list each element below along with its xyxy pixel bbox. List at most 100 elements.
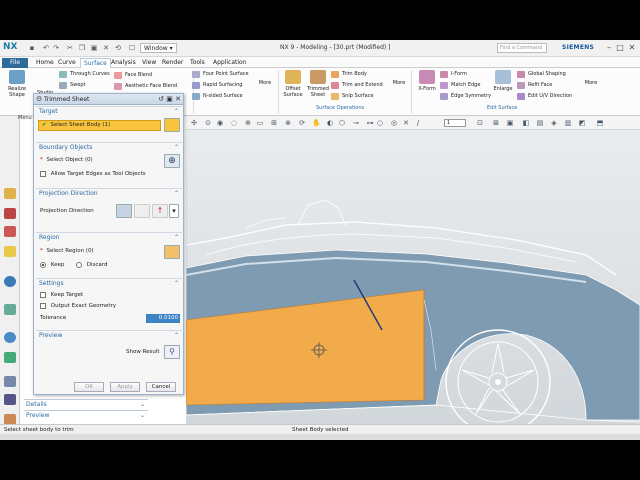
reset-icon[interactable]: ↺ (158, 95, 164, 103)
assembly-navigator-icon[interactable] (4, 208, 16, 219)
graphics-viewport[interactable] (185, 130, 640, 435)
filter-icon[interactable]: ⊙ (204, 119, 212, 127)
global-shaping-button[interactable]: Global Shaping (516, 70, 566, 79)
part-icon[interactable]: ◧ (522, 119, 530, 127)
constraint-navigator-icon[interactable] (4, 226, 16, 237)
zoom-icon[interactable]: ⊗ (284, 119, 292, 127)
preview-header[interactable]: Preview ⌃ (36, 331, 182, 341)
refit-face-button[interactable]: Refit Face (516, 81, 552, 90)
region-selector-icon[interactable] (164, 245, 180, 259)
layer-icon[interactable]: ⊡ (476, 119, 484, 127)
keep-target-row[interactable]: Keep Target (40, 291, 83, 300)
midpoint-snap-icon[interactable]: ⊶ (366, 119, 374, 127)
trimmed-sheet-button[interactable]: Trimmed Sheet (305, 70, 331, 108)
allow-target-edges-row[interactable]: Allow Target Edges as Tool Objects (40, 170, 146, 179)
output-exact-geometry-checkbox[interactable] (40, 302, 46, 309)
close-icon[interactable]: ✕ (175, 95, 181, 103)
wireframe-icon[interactable]: ⬡ (338, 119, 346, 127)
more-button-2[interactable]: More (386, 80, 412, 118)
settings-header[interactable]: Settings ⌃ (36, 279, 182, 289)
trim-body-button[interactable]: Trim Body (330, 70, 367, 79)
target-header[interactable]: Target ⌃ (36, 107, 182, 117)
rapid-surfacing-button[interactable]: Rapid Surfacing (191, 81, 242, 90)
dialog-title-bar[interactable]: ⚙ Trimmed Sheet ↺ ▣ ✕ (34, 94, 183, 105)
menu-curve[interactable]: Curve (55, 58, 79, 68)
keep-radio-row[interactable]: Keep (40, 261, 64, 270)
touch-mode-icon[interactable]: ☐ (128, 44, 136, 52)
select-object-row[interactable]: * Select Object (0) (40, 156, 93, 165)
trim-and-extend-button[interactable]: Trim and Extend (330, 81, 383, 90)
discard-radio[interactable] (76, 261, 82, 268)
magnifier-icon[interactable]: ⚲ (164, 345, 180, 359)
intersection-snap-icon[interactable]: ✕ (402, 119, 410, 127)
menu-analysis[interactable]: Analysis (108, 58, 139, 68)
details-panel-header[interactable]: Details ⌄ (24, 399, 148, 409)
pan-icon[interactable]: ✋ (312, 119, 321, 127)
grid-snap-icon[interactable]: / (414, 119, 422, 127)
rotate-icon[interactable]: ⟳ (298, 119, 306, 127)
menu-file[interactable]: File (2, 58, 28, 68)
more-button-3[interactable]: More (578, 80, 604, 118)
select-all-icon[interactable]: ◉ (216, 119, 224, 127)
rectangle-select-icon[interactable]: ▭ (256, 119, 264, 127)
four-point-surface-button[interactable]: Four Point Surface (191, 70, 249, 79)
process-studio-icon[interactable] (4, 352, 16, 363)
ok-button[interactable]: OK (74, 382, 104, 392)
roles-icon[interactable] (4, 376, 16, 387)
keep-target-checkbox[interactable] (40, 291, 46, 298)
swept-button[interactable]: Swept (58, 81, 85, 90)
cut-icon[interactable]: ✂ (66, 44, 74, 52)
select-sheet-body-row[interactable]: ✔ Select Sheet Body (1) (38, 120, 161, 131)
maximize-icon[interactable]: □ (615, 43, 625, 53)
along-vector-icon[interactable] (134, 204, 150, 218)
sheet-body-selector-icon[interactable] (164, 118, 180, 132)
knowledge-fusion-icon[interactable] (4, 394, 16, 405)
through-curves-button[interactable]: Through Curves (58, 70, 110, 79)
background-icon[interactable]: ▥ (564, 119, 572, 127)
edge-symmetry-button[interactable]: Edge Symmetry (439, 92, 491, 101)
offset-surface-button[interactable]: Offset Surface (280, 70, 306, 108)
deselect-icon[interactable]: ◌ (230, 119, 238, 127)
menu-view[interactable]: View (139, 58, 159, 68)
endpoint-snap-icon[interactable]: ⊸ (352, 119, 360, 127)
output-exact-geometry-row[interactable]: Output Exact Geometry (40, 302, 116, 311)
match-edge-button[interactable]: Match Edge (439, 81, 480, 90)
close-window-icon[interactable]: ✕ (627, 43, 637, 53)
edit-uv-direction-button[interactable]: Edit U/V Direction (516, 92, 572, 101)
n-sided-surface-button[interactable]: N-sided Surface (191, 92, 243, 101)
system-materials-icon[interactable] (4, 332, 16, 343)
normal-to-face-icon[interactable] (116, 204, 132, 218)
center-snap-icon[interactable]: ○ (376, 119, 384, 127)
reuse-library-icon[interactable] (4, 246, 16, 257)
preview-panel-header[interactable]: Preview ⌄ (24, 410, 148, 420)
boundary-objects-header[interactable]: Boundary Objects ⌃ (36, 143, 182, 153)
apply-button[interactable]: Apply (110, 382, 140, 392)
render-style-icon[interactable]: ◈ (550, 119, 558, 127)
allow-target-edges-checkbox[interactable] (40, 170, 46, 177)
more-button-1[interactable]: More (252, 80, 278, 118)
cancel-button[interactable]: Cancel (146, 382, 176, 392)
x-form-button[interactable]: X-Form (414, 70, 440, 108)
paste-icon[interactable]: ▣ (90, 44, 98, 52)
filter-value-select[interactable]: 1 (444, 119, 466, 127)
menu-tools[interactable]: Tools (187, 58, 208, 68)
face-blend-button[interactable]: Face Blend (113, 71, 152, 80)
history-icon[interactable] (4, 304, 16, 315)
undo-icon[interactable]: ↶ (42, 44, 50, 52)
view-fit-icon[interactable]: ⊞ (270, 119, 278, 127)
menu-home[interactable]: Home (33, 58, 57, 68)
projection-direction-header[interactable]: Projection Direction ⌃ (36, 189, 182, 199)
display-mode-icon[interactable]: ▣ (506, 119, 514, 127)
assembly-icon[interactable]: ▤ (536, 119, 544, 127)
aesthetic-face-blend-button[interactable]: Aesthetic Face Blend (113, 82, 177, 91)
vector-icon[interactable]: ↑ (152, 204, 168, 218)
discard-radio-row[interactable]: Discard (76, 261, 107, 270)
view-orient-icon[interactable]: ⬒ (596, 119, 604, 127)
gear-icon[interactable]: ⚙ (36, 94, 42, 105)
command-search-input[interactable]: Find a Command (497, 43, 547, 53)
menu-label[interactable]: Menu (18, 114, 32, 123)
quadrant-snap-icon[interactable]: ◎ (390, 119, 398, 127)
wcs-icon[interactable]: ⊠ (492, 119, 500, 127)
web-browser-icon[interactable] (4, 276, 16, 287)
chevron-down-icon[interactable]: ▾ (169, 204, 179, 218)
